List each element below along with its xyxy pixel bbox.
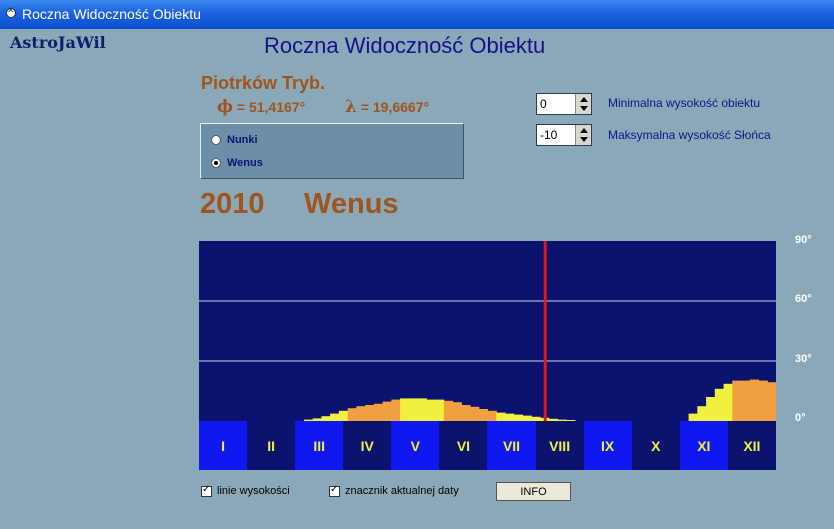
min-altitude-spinner[interactable]: 0 xyxy=(536,93,592,115)
month-label: IV xyxy=(343,421,392,470)
altitude-bar xyxy=(732,380,742,421)
radio-label: Wenus xyxy=(227,157,263,169)
month-label: V xyxy=(391,421,440,470)
altitude-bar xyxy=(697,406,707,421)
altitude-bar xyxy=(435,399,445,421)
y-tick-label: 90° xyxy=(795,234,812,246)
month-label: X xyxy=(631,421,680,470)
chevron-up-icon[interactable] xyxy=(580,128,588,133)
lambda-symbol: λ xyxy=(345,97,357,117)
month-axis: I II III IV V VI VII VIII IX X XI XII xyxy=(199,421,776,470)
altitude-bar xyxy=(714,388,725,421)
max-sun-altitude-label: Maksymalna wysokość Słońca xyxy=(608,128,771,142)
altitude-bar xyxy=(373,403,384,421)
latitude: ϕ = 51,4167° xyxy=(217,97,305,117)
altitude-bar xyxy=(365,405,375,421)
brand-logo: AstroJaWil xyxy=(10,33,106,52)
grid-lines-checkbox[interactable]: linie wysokości xyxy=(201,484,290,497)
month-label: VI xyxy=(439,421,488,470)
altitude-bar xyxy=(470,406,480,421)
chevron-down-icon[interactable] xyxy=(580,137,588,142)
altitude-bar xyxy=(706,397,716,421)
altitude-bar xyxy=(443,400,454,421)
latitude-value: = 51,4167° xyxy=(236,99,306,115)
app-icon[interactable] xyxy=(6,6,16,18)
altitude-bar xyxy=(356,406,366,421)
altitude-bar xyxy=(426,399,436,421)
spinner-arrows[interactable] xyxy=(575,94,591,114)
month-label: XII xyxy=(727,421,776,470)
planet-display: Wenus xyxy=(304,188,399,220)
longitude-value: = 19,6667° xyxy=(360,99,430,115)
month-label: VIII xyxy=(535,421,584,470)
min-altitude-label: Minimalna wysokość obiektu xyxy=(608,96,761,110)
altitude-bar xyxy=(417,398,427,421)
checkbox[interactable] xyxy=(201,484,212,497)
radio-label: Nunki xyxy=(227,134,258,146)
visibility-chart xyxy=(199,241,776,421)
location-name: Piotrków Tryb. xyxy=(201,73,326,93)
checkbox-label: znacznik aktualnej daty xyxy=(345,485,459,497)
year-display: 2010 xyxy=(200,188,265,220)
y-tick-label: 0° xyxy=(795,412,806,424)
min-altitude-value: 0 xyxy=(540,97,547,111)
month-label: XI xyxy=(679,421,728,470)
altitude-bar xyxy=(408,398,419,421)
phi-symbol: ϕ xyxy=(217,97,234,117)
info-button[interactable]: INFO xyxy=(496,482,571,501)
max-sun-altitude-value: -10 xyxy=(540,128,558,142)
altitude-bar xyxy=(478,409,489,421)
radio-wenus[interactable]: Wenus xyxy=(211,157,263,169)
y-tick-label: 30° xyxy=(795,353,812,365)
spinner-arrows[interactable] xyxy=(575,125,591,145)
altitude-bar xyxy=(487,410,497,421)
altitude-bar xyxy=(391,399,401,421)
altitude-bar xyxy=(741,380,751,421)
altitude-bar xyxy=(400,398,410,421)
object-selector: Nunki Wenus xyxy=(200,123,464,179)
altitude-bar xyxy=(688,413,698,421)
page-title: Roczna Widoczność Obiektu xyxy=(264,33,546,58)
altitude-bar xyxy=(338,410,349,421)
altitude-bar xyxy=(382,401,392,421)
chart-plot xyxy=(199,241,776,421)
altitude-bar xyxy=(496,412,506,421)
radio-button[interactable] xyxy=(211,158,221,168)
altitude-bar xyxy=(723,383,733,421)
altitude-bar xyxy=(767,382,776,421)
max-sun-altitude-spinner[interactable]: -10 xyxy=(536,124,592,146)
month-label: IX xyxy=(583,421,632,470)
chevron-up-icon[interactable] xyxy=(580,97,588,102)
altitude-bar xyxy=(330,413,340,421)
month-label: VII xyxy=(487,421,536,470)
title-bar: Roczna Widoczność Obiektu xyxy=(0,0,834,29)
longitude: λ = 19,6667° xyxy=(345,97,429,117)
chevron-down-icon[interactable] xyxy=(580,106,588,111)
month-label: II xyxy=(247,421,296,470)
checkbox[interactable] xyxy=(329,484,340,497)
month-label: III xyxy=(295,421,344,470)
altitude-bar xyxy=(452,402,462,421)
date-marker-checkbox[interactable]: znacznik aktualnej daty xyxy=(329,484,459,497)
altitude-bar xyxy=(758,380,768,421)
month-label: I xyxy=(199,421,248,470)
altitude-bar xyxy=(347,408,357,421)
radio-nunki[interactable]: Nunki xyxy=(211,134,258,146)
altitude-bar xyxy=(504,413,515,421)
checkbox-label: linie wysokości xyxy=(217,485,290,497)
radio-button[interactable] xyxy=(211,135,221,145)
window-title: Roczna Widoczność Obiektu xyxy=(22,6,201,22)
y-tick-label: 60° xyxy=(795,293,812,305)
altitude-bar xyxy=(461,405,471,421)
altitude-bar xyxy=(749,379,760,421)
